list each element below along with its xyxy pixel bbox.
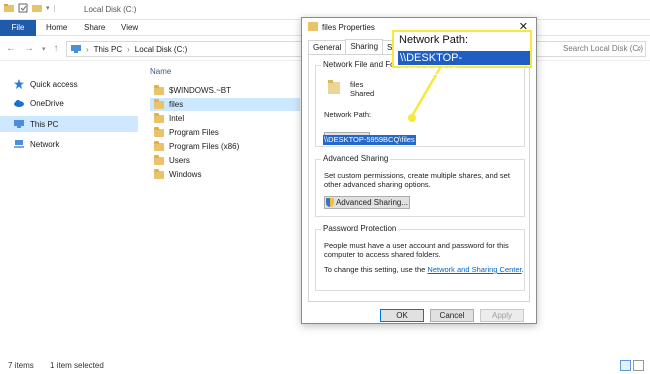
folder-icon: [154, 126, 164, 137]
tab-general[interactable]: General: [308, 40, 347, 54]
new-folder-icon[interactable]: [32, 3, 42, 13]
sidebar-item-label: Quick access: [30, 79, 78, 89]
address-bar[interactable]: › This PC › Local Disk (C:): [66, 41, 306, 57]
callout-box: Network Path: \\DESKTOP-5959BCQ\files: [392, 30, 532, 78]
list-item[interactable]: Program Files: [150, 126, 300, 139]
password-change-suffix: .: [521, 265, 524, 274]
dialog-title: files Properties: [322, 23, 375, 32]
sidebar-item-network[interactable]: Network: [0, 136, 138, 152]
folder-icon: [154, 140, 164, 151]
network-path-label: Network Path:: [324, 110, 372, 119]
computer-icon: [14, 120, 24, 128]
file-name: Program Files (x86): [169, 142, 240, 151]
back-icon[interactable]: ←: [6, 43, 16, 54]
computer-icon: [71, 45, 81, 53]
folder-state: Shared: [350, 89, 375, 98]
selection-count: 1 item selected: [50, 361, 104, 370]
tab-home[interactable]: Home: [46, 20, 67, 36]
list-item[interactable]: $WINDOWS.~BT: [150, 84, 300, 97]
list-item[interactable]: Program Files (x86): [150, 140, 300, 153]
tab-sharing[interactable]: Sharing: [345, 39, 384, 54]
recent-locations-icon[interactable]: ▾: [42, 45, 46, 54]
list-item[interactable]: Windows: [150, 168, 300, 181]
folder-icon: [154, 168, 164, 179]
tab-share[interactable]: Share: [84, 20, 105, 36]
sidebar-item-label: OneDrive: [30, 98, 64, 108]
separator: |: [53, 3, 56, 13]
sidebar-item-label: Network: [30, 139, 60, 149]
folder-icon: [154, 112, 164, 123]
list-item[interactable]: Users: [150, 154, 300, 167]
folder-icon: [154, 98, 164, 109]
network-path-value[interactable]: \\DESKTOP-5959BCQ\files: [323, 135, 416, 145]
list-item[interactable]: files: [150, 98, 300, 111]
file-name: $WINDOWS.~BT: [169, 86, 232, 95]
folder-icon: [154, 154, 164, 165]
breadcrumb-this-pc[interactable]: This PC: [94, 45, 122, 54]
apply-button[interactable]: Apply: [480, 309, 524, 322]
sidebar-item-this-pc[interactable]: This PC: [0, 116, 138, 132]
callout-title: Network Path:: [399, 34, 469, 46]
item-count: 7 items: [8, 361, 34, 370]
sidebar-item-onedrive[interactable]: OneDrive: [0, 95, 138, 111]
list-item[interactable]: Intel: [150, 112, 300, 125]
navigation-pane: Quick access OneDrive This PC Network: [0, 62, 140, 352]
customize-toolbar-icon[interactable]: ▾: [46, 4, 50, 12]
file-name: Intel: [169, 114, 185, 123]
password-protection-group: Password Protection People must have a u…: [315, 224, 528, 291]
advanced-sharing-group: Advanced Sharing Set custom permissions,…: [315, 154, 525, 217]
folder-icon: [4, 4, 14, 12]
status-bar: 7 items 1 item selected: [0, 358, 650, 374]
breadcrumb-separator: ›: [86, 44, 89, 54]
breadcrumb-separator: ›: [127, 44, 130, 54]
network-sharing-center-link[interactable]: Network and Sharing Center: [427, 265, 521, 274]
large-icons-view-icon[interactable]: [633, 360, 644, 371]
file-name: Users: [169, 156, 190, 165]
folder-name: files: [350, 80, 364, 89]
tab-view[interactable]: View: [121, 20, 138, 36]
file-name: Program Files: [169, 128, 219, 137]
search-icon: ⌕: [637, 44, 642, 53]
view-switcher: [620, 360, 644, 371]
window-title: Local Disk (C:): [84, 5, 137, 14]
group-label: Advanced Sharing: [321, 154, 391, 163]
folder-icon: [154, 84, 164, 95]
search-input[interactable]: Search Local Disk (C:) ⌕: [528, 41, 646, 57]
advanced-sharing-label: Advanced Sharing...: [335, 198, 409, 207]
cloud-icon: [14, 100, 24, 107]
advanced-sharing-button[interactable]: Advanced Sharing...: [324, 196, 410, 209]
sidebar-item-quick-access[interactable]: Quick access: [0, 76, 138, 92]
navigation-buttons: ← → ▾ ↑: [6, 43, 59, 54]
file-list: Name $WINDOWS.~BT files Intel Program Fi…: [150, 62, 310, 352]
details-view-icon[interactable]: [620, 360, 631, 371]
forward-icon[interactable]: →: [24, 43, 34, 54]
cancel-button[interactable]: Cancel: [430, 309, 474, 322]
folder-icon: [308, 22, 318, 31]
group-label: Password Protection: [321, 224, 399, 233]
password-description: People must have a user account and pass…: [324, 241, 509, 259]
advanced-description: Set custom permissions, create multiple …: [324, 171, 510, 189]
search-placeholder: Search Local Disk (C:): [563, 44, 644, 53]
sharing-tab-panel: Network File and Folder Sharing files Sh…: [308, 54, 530, 302]
breadcrumb-local-disk[interactable]: Local Disk (C:): [135, 45, 187, 54]
network-icon: [14, 140, 24, 148]
column-header-name[interactable]: Name: [150, 67, 171, 76]
ok-button[interactable]: OK: [380, 309, 424, 322]
properties-icon[interactable]: [18, 3, 28, 13]
callout-value: \\DESKTOP-5959BCQ\files: [398, 51, 530, 78]
star-icon: [14, 79, 24, 89]
tab-file[interactable]: File: [0, 20, 36, 36]
shield-icon: [325, 198, 334, 208]
quick-access-toolbar: ▾ |: [4, 3, 56, 13]
password-change-prefix: To change this setting, use the: [324, 265, 426, 274]
file-name: Windows: [169, 170, 202, 179]
file-name: files: [169, 100, 184, 109]
up-icon[interactable]: ↑: [54, 43, 59, 54]
password-change-text: To change this setting, use the Network …: [324, 265, 528, 274]
sidebar-item-label: This PC: [30, 119, 59, 129]
shared-folder-icon: [328, 80, 340, 94]
